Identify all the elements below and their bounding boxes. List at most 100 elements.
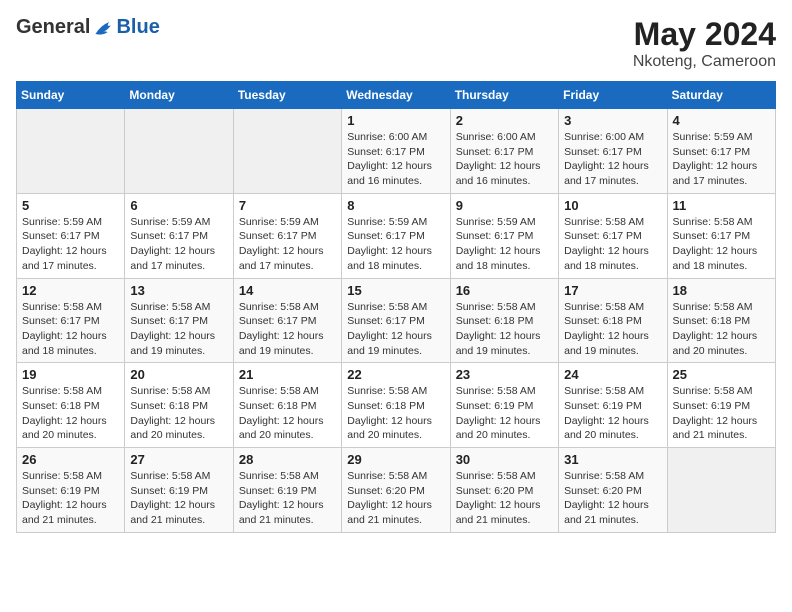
day-info: Sunrise: 5:58 AM Sunset: 6:17 PM Dayligh… xyxy=(347,300,444,359)
day-info: Sunrise: 5:58 AM Sunset: 6:17 PM Dayligh… xyxy=(22,300,119,359)
header-cell-tuesday: Tuesday xyxy=(233,82,341,109)
day-number: 3 xyxy=(564,113,661,128)
day-info: Sunrise: 5:59 AM Sunset: 6:17 PM Dayligh… xyxy=(673,130,770,189)
calendar-table: SundayMondayTuesdayWednesdayThursdayFrid… xyxy=(16,81,776,533)
day-number: 28 xyxy=(239,452,336,467)
header-cell-thursday: Thursday xyxy=(450,82,558,109)
header-cell-wednesday: Wednesday xyxy=(342,82,450,109)
logo: General Blue xyxy=(16,16,160,39)
location: Nkoteng, Cameroon xyxy=(633,53,776,71)
day-number: 17 xyxy=(564,283,661,298)
day-info: Sunrise: 5:58 AM Sunset: 6:19 PM Dayligh… xyxy=(673,384,770,443)
day-number: 2 xyxy=(456,113,553,128)
calendar-cell: 23 Sunrise: 5:58 AM Sunset: 6:19 PM Dayli… xyxy=(450,363,558,448)
day-number: 10 xyxy=(564,198,661,213)
day-info: Sunrise: 5:58 AM Sunset: 6:19 PM Dayligh… xyxy=(239,469,336,528)
day-info: Sunrise: 5:58 AM Sunset: 6:19 PM Dayligh… xyxy=(564,384,661,443)
header-cell-saturday: Saturday xyxy=(667,82,775,109)
calendar-cell: 8 Sunrise: 5:59 AM Sunset: 6:17 PM Daylig… xyxy=(342,193,450,278)
day-number: 27 xyxy=(130,452,227,467)
day-info: Sunrise: 5:58 AM Sunset: 6:18 PM Dayligh… xyxy=(22,384,119,443)
calendar-cell xyxy=(233,109,341,194)
day-info: Sunrise: 5:58 AM Sunset: 6:17 PM Dayligh… xyxy=(239,300,336,359)
day-number: 30 xyxy=(456,452,553,467)
calendar-cell: 7Sunrise: 5:59 AM Sunset: 6:17 PM Daylig… xyxy=(233,193,341,278)
day-number: 29 xyxy=(347,452,444,467)
title-block: May 2024 Nkoteng, Cameroon xyxy=(633,16,776,71)
calendar-cell: 9Sunrise: 5:59 AM Sunset: 6:17 PM Daylig… xyxy=(450,193,558,278)
day-number: 15 xyxy=(347,283,444,298)
day-info: Sunrise: 5:59 AM Sunset: 6:17 PM Dayligh… xyxy=(22,215,119,274)
calendar-cell: 27 Sunrise: 5:58 AM Sunset: 6:19 PM Dayli… xyxy=(125,448,233,533)
day-info: Sunrise: 5:58 AM Sunset: 6:18 PM Dayligh… xyxy=(673,300,770,359)
day-info: Sunrise: 5:58 AM Sunset: 6:20 PM Dayligh… xyxy=(564,469,661,528)
day-number: 20 xyxy=(130,367,227,382)
day-info: Sunrise: 5:58 AM Sunset: 6:19 PM Dayligh… xyxy=(22,469,119,528)
day-number: 22 xyxy=(347,367,444,382)
calendar-cell: 15 Sunrise: 5:58 AM Sunset: 6:17 PM Dayli… xyxy=(342,278,450,363)
calendar-cell: 4Sunrise: 5:59 AM Sunset: 6:17 PM Daylig… xyxy=(667,109,775,194)
calendar-cell: 3 Sunrise: 6:00 AM Sunset: 6:17 PM Daylig… xyxy=(559,109,667,194)
calendar-cell: 11 Sunrise: 5:58 AM Sunset: 6:17 PM Dayli… xyxy=(667,193,775,278)
calendar-header: SundayMondayTuesdayWednesdayThursdayFrid… xyxy=(17,82,776,109)
day-number: 13 xyxy=(130,283,227,298)
day-number: 24 xyxy=(564,367,661,382)
day-number: 14 xyxy=(239,283,336,298)
calendar-body: 1 Sunrise: 6:00 AM Sunset: 6:17 PM Daylig… xyxy=(17,109,776,533)
calendar-week-4: 19Sunrise: 5:58 AM Sunset: 6:18 PM Dayli… xyxy=(17,363,776,448)
calendar-cell: 25Sunrise: 5:58 AM Sunset: 6:19 PM Dayli… xyxy=(667,363,775,448)
day-number: 11 xyxy=(673,198,770,213)
calendar-cell: 1 Sunrise: 6:00 AM Sunset: 6:17 PM Daylig… xyxy=(342,109,450,194)
day-info: Sunrise: 5:58 AM Sunset: 6:18 PM Dayligh… xyxy=(564,300,661,359)
calendar-cell: 13 Sunrise: 5:58 AM Sunset: 6:17 PM Dayli… xyxy=(125,278,233,363)
calendar-cell: 28 Sunrise: 5:58 AM Sunset: 6:19 PM Dayli… xyxy=(233,448,341,533)
calendar-cell: 5 Sunrise: 5:59 AM Sunset: 6:17 PM Daylig… xyxy=(17,193,125,278)
day-info: Sunrise: 5:58 AM Sunset: 6:18 PM Dayligh… xyxy=(347,384,444,443)
calendar-cell xyxy=(667,448,775,533)
day-info: Sunrise: 6:00 AM Sunset: 6:17 PM Dayligh… xyxy=(564,130,661,189)
calendar-week-1: 1 Sunrise: 6:00 AM Sunset: 6:17 PM Daylig… xyxy=(17,109,776,194)
day-info: Sunrise: 5:58 AM Sunset: 6:18 PM Dayligh… xyxy=(239,384,336,443)
day-number: 23 xyxy=(456,367,553,382)
logo-general: General xyxy=(16,16,90,39)
day-number: 6 xyxy=(130,198,227,213)
calendar-cell: 19Sunrise: 5:58 AM Sunset: 6:18 PM Dayli… xyxy=(17,363,125,448)
month-year: May 2024 xyxy=(633,16,776,53)
day-info: Sunrise: 6:00 AM Sunset: 6:17 PM Dayligh… xyxy=(347,130,444,189)
calendar-cell: 14 Sunrise: 5:58 AM Sunset: 6:17 PM Dayli… xyxy=(233,278,341,363)
day-number: 21 xyxy=(239,367,336,382)
page-header: General Blue May 2024 Nkoteng, Cameroon xyxy=(16,16,776,71)
calendar-cell: 18Sunrise: 5:58 AM Sunset: 6:18 PM Dayli… xyxy=(667,278,775,363)
logo-blue: Blue xyxy=(116,16,159,39)
calendar-week-3: 12 Sunrise: 5:58 AM Sunset: 6:17 PM Dayli… xyxy=(17,278,776,363)
day-number: 5 xyxy=(22,198,119,213)
day-info: Sunrise: 5:58 AM Sunset: 6:18 PM Dayligh… xyxy=(130,384,227,443)
day-number: 7 xyxy=(239,198,336,213)
day-info: Sunrise: 5:59 AM Sunset: 6:17 PM Dayligh… xyxy=(347,215,444,274)
day-number: 8 xyxy=(347,198,444,213)
calendar-cell: 16Sunrise: 5:58 AM Sunset: 6:18 PM Dayli… xyxy=(450,278,558,363)
day-info: Sunrise: 5:58 AM Sunset: 6:17 PM Dayligh… xyxy=(130,300,227,359)
header-cell-monday: Monday xyxy=(125,82,233,109)
calendar-cell: 26 Sunrise: 5:58 AM Sunset: 6:19 PM Dayli… xyxy=(17,448,125,533)
logo-bird-icon xyxy=(92,18,116,38)
calendar-cell: 2Sunrise: 6:00 AM Sunset: 6:17 PM Daylig… xyxy=(450,109,558,194)
calendar-cell: 21 Sunrise: 5:58 AM Sunset: 6:18 PM Dayli… xyxy=(233,363,341,448)
day-info: Sunrise: 5:58 AM Sunset: 6:17 PM Dayligh… xyxy=(673,215,770,274)
day-info: Sunrise: 5:58 AM Sunset: 6:17 PM Dayligh… xyxy=(564,215,661,274)
day-info: Sunrise: 5:58 AM Sunset: 6:19 PM Dayligh… xyxy=(130,469,227,528)
day-info: Sunrise: 5:58 AM Sunset: 6:19 PM Dayligh… xyxy=(456,384,553,443)
day-number: 26 xyxy=(22,452,119,467)
calendar-week-2: 5 Sunrise: 5:59 AM Sunset: 6:17 PM Daylig… xyxy=(17,193,776,278)
day-number: 1 xyxy=(347,113,444,128)
calendar-cell xyxy=(125,109,233,194)
calendar-cell: 29 Sunrise: 5:58 AM Sunset: 6:20 PM Dayli… xyxy=(342,448,450,533)
day-number: 31 xyxy=(564,452,661,467)
calendar-cell: 20 Sunrise: 5:58 AM Sunset: 6:18 PM Dayli… xyxy=(125,363,233,448)
calendar-cell: 6 Sunrise: 5:59 AM Sunset: 6:17 PM Daylig… xyxy=(125,193,233,278)
day-info: Sunrise: 5:59 AM Sunset: 6:17 PM Dayligh… xyxy=(130,215,227,274)
day-info: Sunrise: 5:58 AM Sunset: 6:20 PM Dayligh… xyxy=(347,469,444,528)
calendar-cell: 31 Sunrise: 5:58 AM Sunset: 6:20 PM Dayli… xyxy=(559,448,667,533)
day-number: 12 xyxy=(22,283,119,298)
day-number: 9 xyxy=(456,198,553,213)
